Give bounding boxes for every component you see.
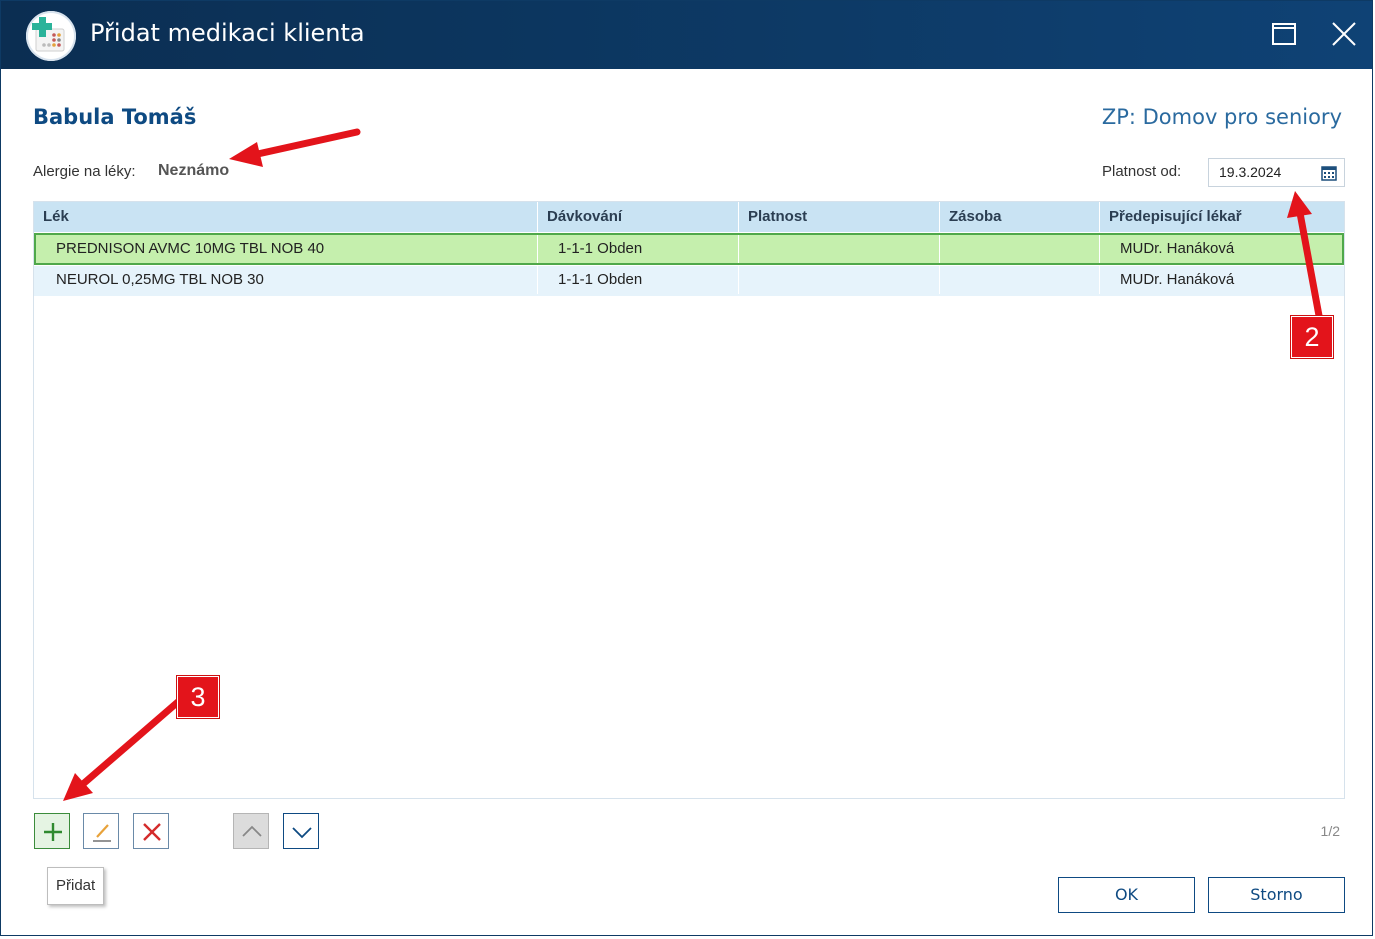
care-facility-label: ZP: Domov pro seniory — [1101, 105, 1342, 129]
title-bar: Přidat medikaci klienta — [1, 1, 1372, 69]
cell-platnost — [739, 266, 940, 294]
pencil-icon — [93, 824, 111, 842]
chevron-down-icon — [292, 827, 312, 839]
app-logo-icon — [26, 11, 76, 61]
client-name: Babula Tomáš — [33, 105, 197, 129]
cell-lek: PREDNISON AVMC 10MG TBL NOB 40 — [36, 235, 538, 263]
move-down-button[interactable] — [283, 813, 319, 849]
add-tooltip: Přidat — [47, 867, 105, 905]
validity-date-field[interactable]: 19.3.2024 — [1208, 158, 1345, 187]
cell-zasoba — [940, 266, 1100, 294]
arrow-allergy — [229, 128, 361, 167]
table-header: Lék Dávkování Platnost Zásoba Předepisuj… — [34, 202, 1344, 232]
close-icon[interactable] — [1329, 19, 1359, 49]
cell-platnost — [739, 235, 940, 263]
column-header-lek[interactable]: Lék — [34, 202, 538, 232]
cell-lekar: MUDr. Hanáková — [1120, 271, 1235, 288]
add-button[interactable] — [34, 813, 70, 849]
allergy-label: Alergie na léky: — [33, 163, 136, 180]
cancel-button[interactable]: Storno — [1208, 877, 1345, 913]
calendar-icon[interactable] — [1321, 165, 1337, 181]
cell-zasoba — [940, 235, 1100, 263]
ok-button[interactable]: OK — [1058, 877, 1195, 913]
validity-date-value: 19.3.2024 — [1219, 164, 1282, 180]
table-row[interactable]: PREDNISON AVMC 10MG TBL NOB 40 1-1-1 Obd… — [34, 233, 1344, 265]
maximize-icon[interactable] — [1269, 19, 1299, 49]
annotation-badge-2: 2 — [1291, 316, 1333, 358]
chevron-up-icon — [242, 825, 262, 837]
allergy-value: Neznámo — [158, 162, 230, 179]
annotation-badge-3: 3 — [177, 676, 219, 718]
move-up-button[interactable] — [233, 813, 269, 849]
column-header-lekar[interactable]: Předepisující lékař — [1100, 202, 1344, 232]
cell-davkovani: 1-1-1 Obden — [538, 235, 739, 263]
edit-button[interactable] — [83, 813, 119, 849]
column-header-davkovani[interactable]: Dávkování — [538, 202, 739, 232]
cell-lekar: MUDr. Hanáková — [1120, 240, 1235, 257]
medication-table: Lék Dávkování Platnost Zásoba Předepisuj… — [33, 201, 1345, 799]
column-header-platnost[interactable]: Platnost — [739, 202, 940, 232]
delete-button[interactable] — [133, 813, 169, 849]
cell-davkovani: 1-1-1 Obden — [538, 266, 739, 294]
plus-icon — [44, 823, 62, 841]
delete-x-icon — [143, 823, 161, 841]
dialog-window: Přidat medikaci klienta Babula Tomáš ZP:… — [0, 0, 1373, 936]
page-indicator: 1/2 — [1320, 823, 1340, 839]
validity-label: Platnost od: — [1102, 163, 1182, 180]
column-header-zasoba[interactable]: Zásoba — [940, 202, 1100, 232]
cell-lek: NEUROL 0,25MG TBL NOB 30 — [36, 266, 538, 294]
table-row[interactable]: NEUROL 0,25MG TBL NOB 30 1-1-1 Obden MUD… — [34, 266, 1344, 296]
window-title: Přidat medikaci klienta — [90, 19, 365, 47]
